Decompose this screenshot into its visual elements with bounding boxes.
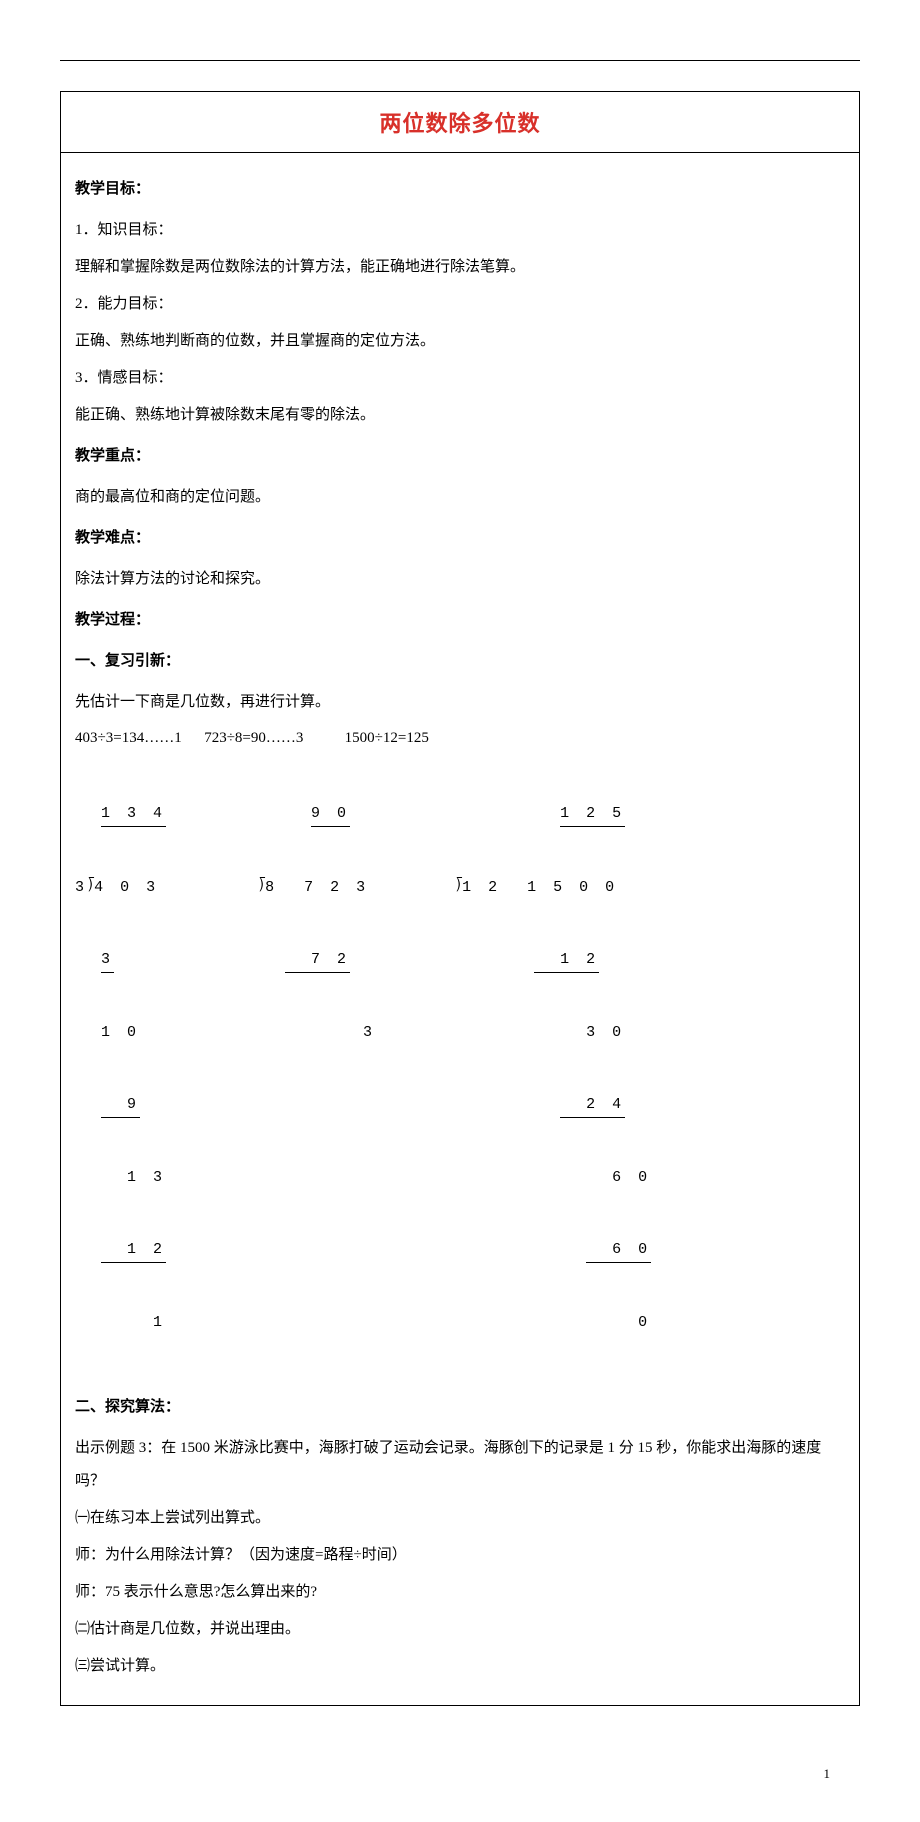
process-heading: 教学过程： [75, 604, 845, 637]
ld3-divisor: 1 2 [462, 879, 501, 896]
keypoint-heading: 教学重点： [75, 440, 845, 473]
ld1-line4: 1 3 [127, 1169, 166, 1186]
ld1-line2: 1 0 [101, 1024, 140, 1041]
ld1-line1: 3 [101, 948, 114, 973]
ld3-line2: 3 0 [586, 1024, 625, 1041]
document-container: 两位数除多位数 教学目标： 1．知识目标： 理解和掌握除数是两位数除法的计算方法… [60, 91, 860, 1706]
explore-p4: 师：75 表示什么意思?怎么算出来的? [75, 1576, 845, 1609]
explore-p6: ㈢尝试计算。 [75, 1650, 845, 1683]
goal-2-label: 2．能力目标： [75, 288, 845, 321]
ld3-line5: 6 0 [612, 1241, 651, 1258]
ld1-line3: 9 [127, 1096, 140, 1113]
long-division-2: 9 0 ⟌8 7 2 3 7 2 3 [259, 754, 376, 1093]
ld2-dividend: 7 2 3 [304, 879, 369, 896]
ld2-divisor: 8 [265, 879, 278, 896]
difficulty-text: 除法计算方法的讨论和探究。 [75, 563, 845, 596]
explore-heading: 二、探究算法： [75, 1391, 845, 1424]
keypoint-text: 商的最高位和商的定位问题。 [75, 481, 845, 514]
ld3-line1: 1 2 [560, 951, 599, 968]
ld1-dividend: 4 0 3 [94, 879, 159, 896]
equation-1: 403÷3=134……1 [75, 730, 182, 746]
long-division-1: 1 3 4 3⟌4 0 3 3 1 0 9 1 3 1 2 1 [75, 754, 179, 1383]
goal-1-text: 理解和掌握除数是两位数除法的计算方法，能正确地进行除法笔算。 [75, 251, 845, 284]
ld2-line2: 3 [363, 1024, 376, 1041]
explore-p1: 出示例题 3：在 1500 米游泳比赛中，海豚打破了运动会记录。海豚创下的记录是… [75, 1432, 845, 1498]
goal-1-label: 1．知识目标： [75, 214, 845, 247]
ld3-dividend: 1 5 0 0 [527, 879, 618, 896]
ld3-line6: 0 [638, 1314, 651, 1331]
goal-2-text: 正确、熟练地判断商的位数，并且掌握商的定位方法。 [75, 325, 845, 358]
goal-3-label: 3．情感目标： [75, 362, 845, 395]
equation-3: 1500÷12=125 [345, 730, 429, 746]
explore-p5: ㈡估计商是几位数，并说出理由。 [75, 1613, 845, 1646]
explore-p2: ㈠在练习本上尝试列出算式。 [75, 1502, 845, 1535]
ld3-line4: 6 0 [612, 1169, 651, 1186]
document-title: 两位数除多位数 [379, 111, 540, 136]
title-row: 两位数除多位数 [61, 92, 859, 153]
ld1-line5: 1 2 [127, 1241, 166, 1258]
ld3-quotient: 1 2 5 [560, 802, 625, 827]
content-body: 教学目标： 1．知识目标： 理解和掌握除数是两位数除法的计算方法，能正确地进行除… [61, 153, 859, 1705]
header-rule [60, 60, 860, 61]
equation-2: 723÷8=90……3 [204, 730, 303, 746]
goals-heading: 教学目标： [75, 173, 845, 206]
review-text: 先估计一下商是几位数，再进行计算。 [75, 686, 845, 719]
ld1-quotient: 1 3 4 [101, 802, 166, 827]
equations-row: 403÷3=134……1 723÷8=90……3 1500÷12=125 [75, 725, 845, 752]
ld1-line6: 1 [153, 1314, 166, 1331]
goal-3-text: 能正确、熟练地计算被除数末尾有零的除法。 [75, 399, 845, 432]
ld2-line1: 7 2 [311, 951, 350, 968]
review-heading: 一、复习引新： [75, 645, 845, 678]
difficulty-heading: 教学难点： [75, 522, 845, 555]
ld2-quotient: 9 0 [311, 802, 350, 827]
explore-p3: 师：为什么用除法计算？（因为速度=路程÷时间） [75, 1539, 845, 1572]
ld1-divisor: 3 [75, 879, 88, 896]
page-number: 1 [60, 1766, 860, 1782]
long-division-3: 1 2 5 ⟌1 2 1 5 0 0 1 2 3 0 2 4 6 0 6 0 0 [456, 754, 651, 1383]
long-division-row: 1 3 4 3⟌4 0 3 3 1 0 9 1 3 1 2 1 9 0 ⟌8 7… [75, 754, 845, 1383]
ld3-line3: 2 4 [586, 1096, 625, 1113]
